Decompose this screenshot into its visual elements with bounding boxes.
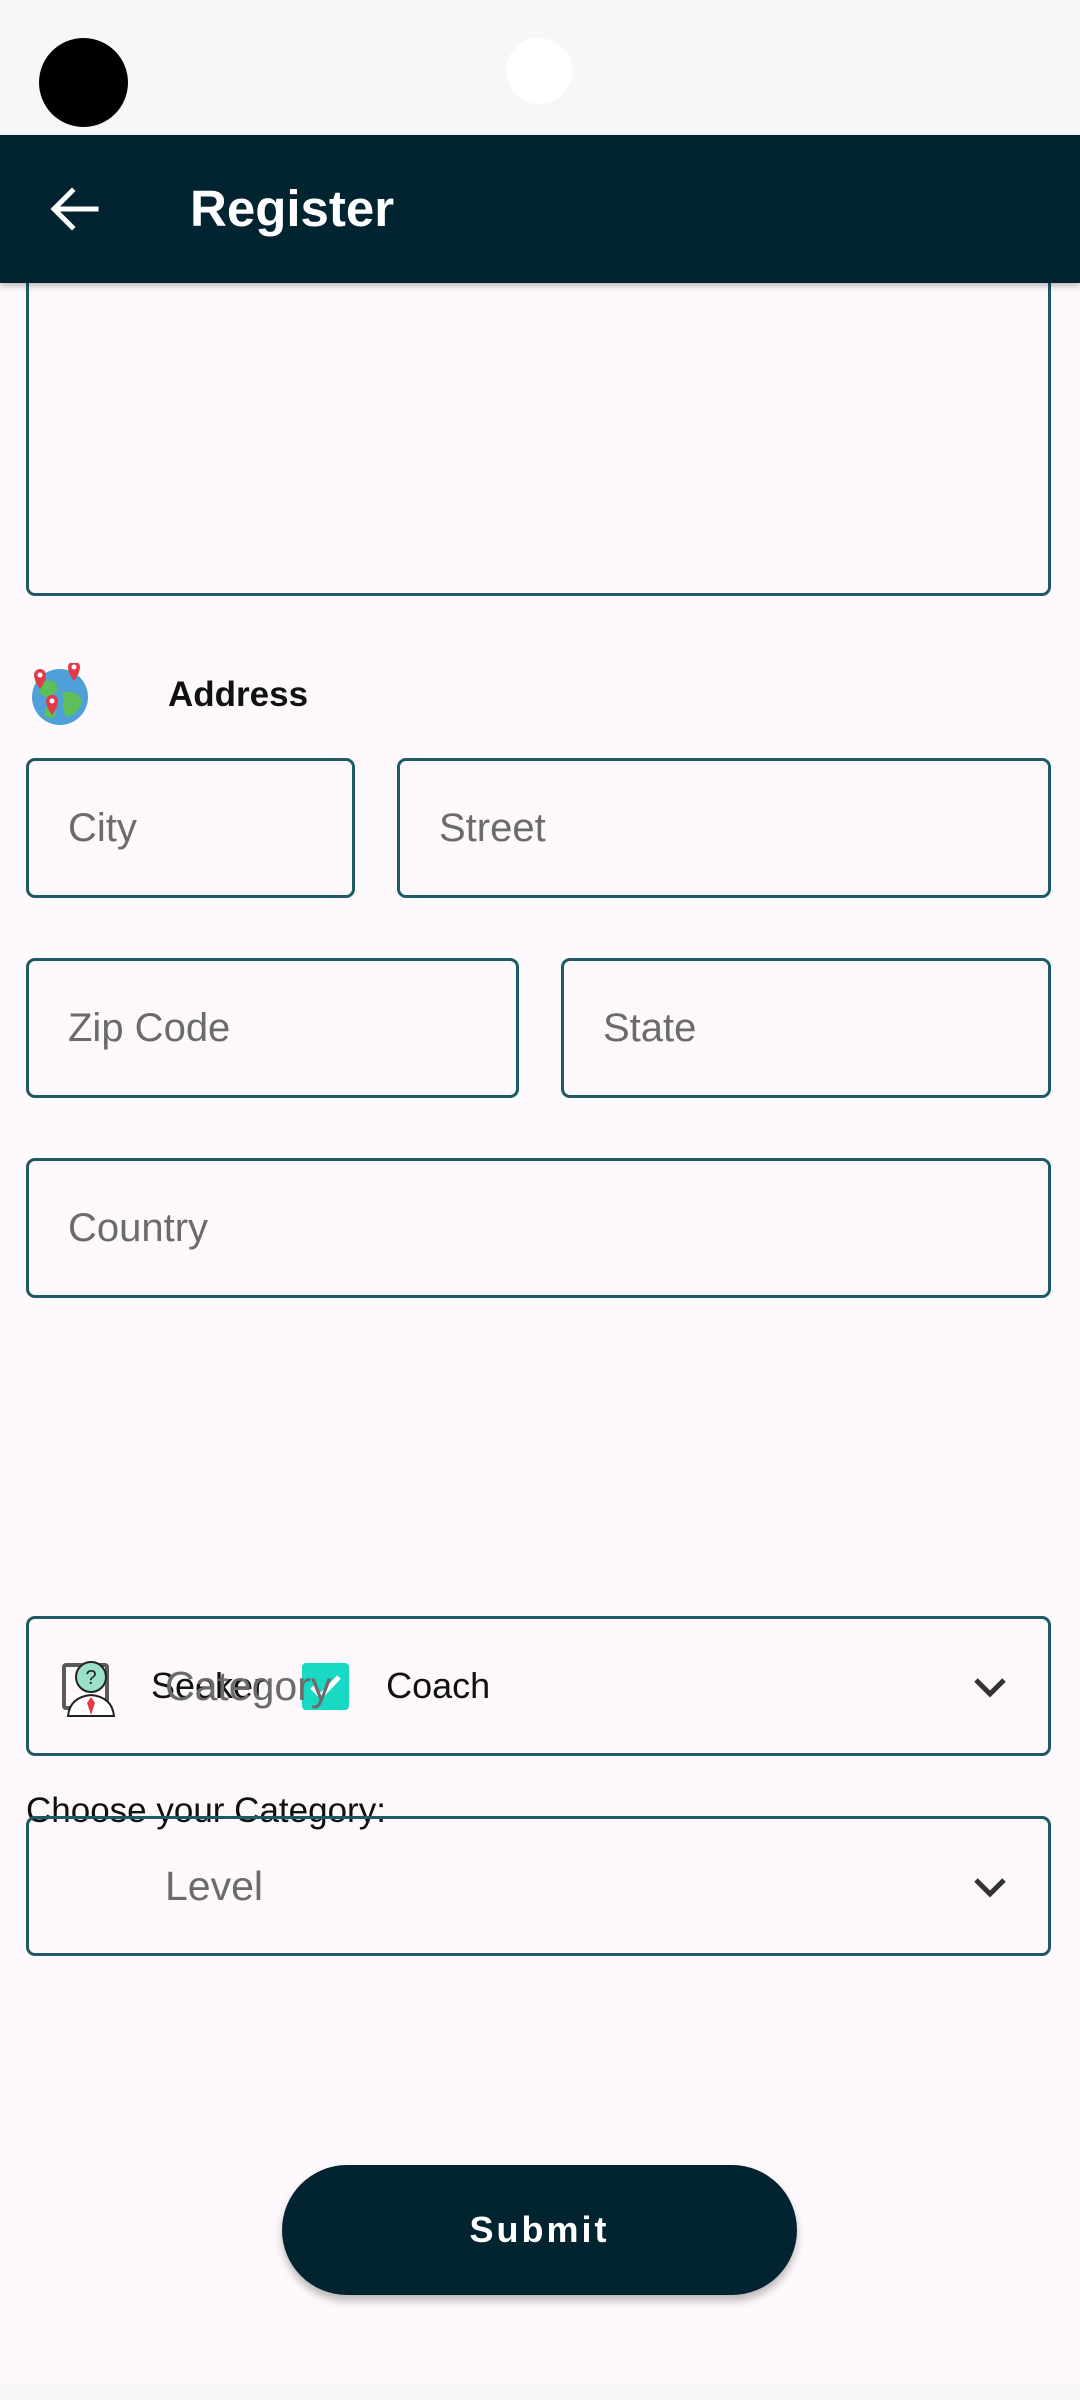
street-input[interactable] <box>400 804 1048 852</box>
status-bar <box>0 0 1080 135</box>
chevron-down-icon <box>974 1878 1006 1898</box>
level-placeholder: Level <box>165 1863 264 1909</box>
chevron-down-icon <box>974 1678 1006 1698</box>
arrow-left-icon <box>50 187 99 231</box>
address-label: Address <box>168 675 309 714</box>
category-placeholder: Category <box>165 1663 332 1709</box>
zip-code-input[interactable] <box>29 1004 516 1052</box>
category-dropdown[interactable]: ? Category <box>26 1616 1051 1756</box>
globe-map-pins-icon <box>32 663 88 725</box>
back-button[interactable] <box>40 170 110 248</box>
address-header: Address <box>26 660 308 730</box>
page-title: Register <box>190 180 395 237</box>
level-dropdown[interactable]: Level <box>26 1816 1051 1956</box>
zip-code-field[interactable] <box>26 958 519 1098</box>
city-field[interactable] <box>26 758 355 898</box>
state-field[interactable] <box>561 958 1051 1098</box>
register-form: Address Seeker Coach Choose your Categor… <box>0 263 1080 2383</box>
city-input[interactable] <box>29 804 352 852</box>
person-question-icon: ? <box>66 1661 116 1717</box>
sensor-dot <box>506 38 572 104</box>
camera-cutout <box>39 38 128 127</box>
app-bar: Register <box>0 135 1080 283</box>
submit-button[interactable]: Submit <box>282 2165 797 2295</box>
street-field[interactable] <box>397 758 1051 898</box>
country-input[interactable] <box>29 1204 1048 1252</box>
svg-text:?: ? <box>85 1667 96 1689</box>
country-field[interactable] <box>26 1158 1051 1298</box>
description-textarea[interactable] <box>26 263 1051 596</box>
state-input[interactable] <box>564 1004 1048 1052</box>
